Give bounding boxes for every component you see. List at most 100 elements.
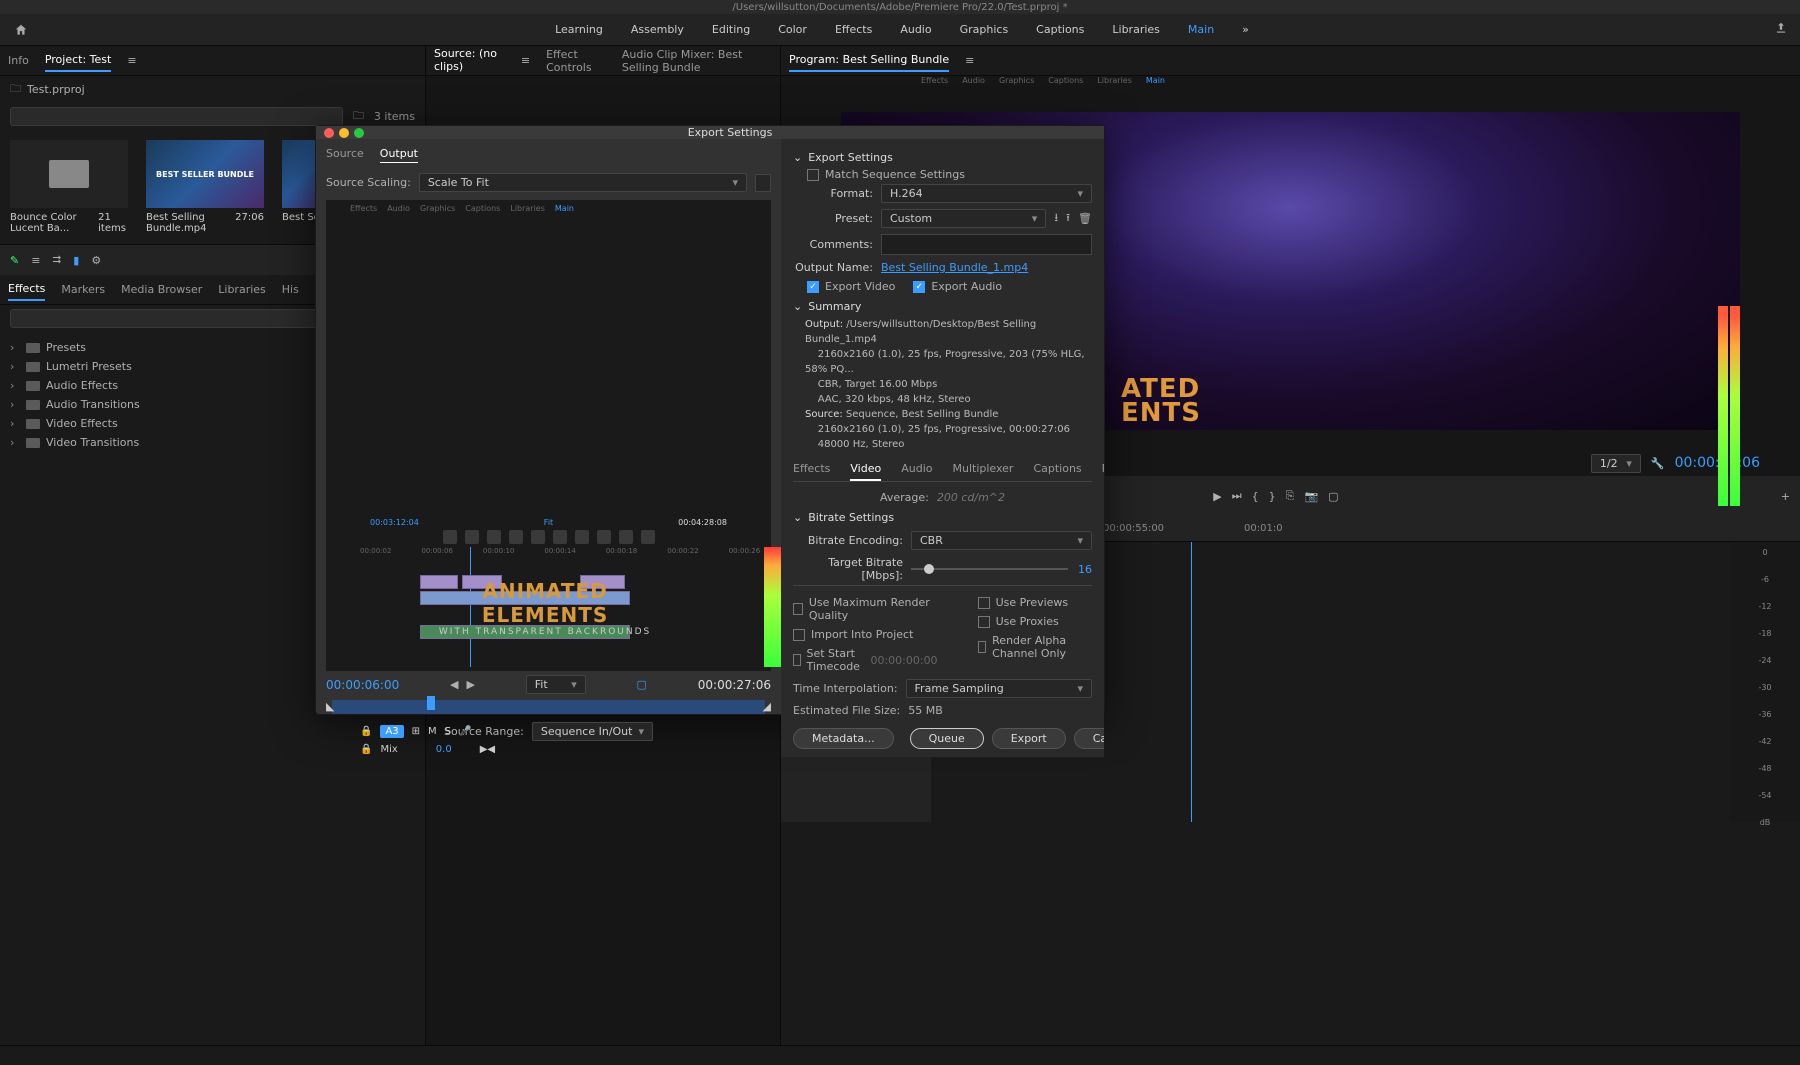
workspace-learning[interactable]: Learning (555, 23, 603, 36)
solo-button[interactable]: S (445, 726, 451, 737)
format-dropdown[interactable]: H.264 (881, 184, 1092, 203)
project-file[interactable]: Test.prproj (27, 83, 85, 96)
sub-tab-effects[interactable]: Effects (793, 458, 830, 481)
target-bitrate-value[interactable]: 16 (1078, 563, 1092, 576)
sub-tab-audio[interactable]: Audio (901, 458, 932, 481)
tab-output[interactable]: Output (380, 147, 418, 163)
delete-preset-icon[interactable]: 🗑 (1078, 212, 1092, 225)
tab-program[interactable]: Program: Best Selling Bundle (789, 49, 949, 72)
share-icon[interactable] (1774, 21, 1788, 38)
maximize-icon[interactable] (354, 128, 364, 138)
sub-tab-publish[interactable]: Publish (1102, 458, 1104, 481)
export-settings-section[interactable]: ⌄ Export Settings (793, 147, 1092, 168)
sub-tab-video[interactable]: Video (850, 458, 881, 481)
next-edit-icon[interactable]: ▶ (466, 678, 474, 691)
track-toggle-icon[interactable]: ⊞ (412, 726, 420, 737)
tab-markers[interactable]: Markers (61, 279, 105, 300)
marker-icon[interactable]: ▮ (73, 254, 79, 267)
dialog-titlebar[interactable]: Export Settings (316, 126, 1104, 139)
wrench-icon[interactable]: 🔧 (1651, 457, 1665, 470)
tab-info[interactable]: Info (8, 50, 29, 71)
tab-effect-controls[interactable]: Effect Controls (546, 44, 606, 78)
pen-icon[interactable]: ✎ (10, 254, 19, 267)
use-previews-checkbox[interactable] (978, 597, 990, 609)
queue-button[interactable]: Queue (910, 728, 984, 749)
match-sequence-checkbox[interactable] (807, 169, 819, 181)
workspace-editing[interactable]: Editing (712, 23, 750, 36)
play-icon[interactable]: ▶ (1213, 490, 1221, 503)
mix-value[interactable]: 0.0 (436, 744, 452, 755)
workspace-overflow-icon[interactable]: » (1242, 23, 1249, 36)
panel-menu-icon[interactable]: ≡ (127, 54, 136, 67)
max-render-quality-checkbox[interactable] (793, 603, 803, 615)
time-interpolation-dropdown[interactable]: Frame Sampling (906, 679, 1092, 698)
workspace-libraries[interactable]: Libraries (1112, 23, 1160, 36)
tab-source[interactable]: Source (326, 147, 364, 163)
mark-in-icon[interactable]: { (1252, 490, 1259, 503)
playhead-handle[interactable] (427, 696, 435, 710)
tab-effects[interactable]: Effects (8, 278, 45, 301)
metadata-button[interactable]: Metadata... (793, 728, 894, 749)
tab-media-browser[interactable]: Media Browser (121, 279, 202, 300)
voice-icon[interactable]: 🎤 (459, 726, 471, 737)
export-video-checkbox[interactable] (807, 281, 819, 293)
use-proxies-checkbox[interactable] (978, 616, 990, 628)
go-end-icon[interactable] (531, 530, 545, 544)
add-icon[interactable]: + (1781, 490, 1790, 503)
preset-dropdown[interactable]: Custom (881, 209, 1046, 228)
export-audio-checkbox[interactable] (913, 281, 925, 293)
link-icon[interactable]: ⮆ (52, 253, 61, 267)
import-project-checkbox[interactable] (793, 629, 805, 641)
new-bin-icon[interactable]: 🗀 (353, 107, 364, 126)
mute-button[interactable]: M (428, 726, 437, 737)
tab-history[interactable]: His (282, 279, 299, 300)
render-alpha-checkbox[interactable] (978, 641, 987, 653)
keyframe-in-icon[interactable]: ▶◀ (480, 744, 495, 755)
out-point-icon[interactable]: ◢ (763, 700, 771, 713)
workspace-effects[interactable]: Effects (835, 23, 872, 36)
export-button[interactable]: Export (992, 728, 1066, 749)
crop-mode-icon[interactable] (755, 174, 771, 192)
go-start-icon[interactable] (443, 530, 457, 544)
preview-timeline[interactable]: 00:00:0200:00:0600:00:1000:00:1400:00:18… (330, 547, 760, 667)
workspace-main[interactable]: Main (1188, 23, 1214, 36)
workspace-audio[interactable]: Audio (900, 23, 931, 36)
loop-icon[interactable] (553, 530, 567, 544)
bitrate-section[interactable]: ⌄ Bitrate Settings (793, 507, 1092, 528)
zoom-dropdown[interactable]: 1/2 (1591, 454, 1641, 473)
source-range-dropdown[interactable]: Sequence In/Out (532, 722, 653, 741)
workspace-captions[interactable]: Captions (1036, 23, 1084, 36)
step-fwd-icon[interactable] (509, 530, 523, 544)
source-range-icon[interactable]: ▢ (637, 678, 647, 691)
track-a3[interactable]: A3 (380, 725, 403, 738)
play-icon[interactable] (487, 530, 501, 544)
compare-icon[interactable]: ▢ (1328, 490, 1338, 503)
current-timecode[interactable]: 00:00:06:00 (326, 678, 399, 692)
home-icon[interactable] (12, 21, 30, 39)
workspace-color[interactable]: Color (778, 23, 807, 36)
bitrate-encoding-dropdown[interactable]: CBR (911, 531, 1092, 550)
minimize-icon[interactable] (339, 128, 349, 138)
sub-tab-captions[interactable]: Captions (1033, 458, 1081, 481)
tab-audio-clip-mixer[interactable]: Audio Clip Mixer: Best Selling Bundle (622, 44, 772, 78)
in-point-icon[interactable]: ◣ (326, 700, 334, 713)
export-frame-icon[interactable]: ⎘ (1286, 489, 1295, 503)
lock-icon[interactable]: 🔒 (360, 726, 372, 737)
effects-search-input[interactable] (10, 309, 354, 328)
step-back-icon[interactable] (465, 530, 479, 544)
range-scrubber[interactable] (332, 700, 765, 714)
sub-tab-multiplexer[interactable]: Multiplexer (952, 458, 1013, 481)
summary-section[interactable]: ⌄ Summary (793, 296, 1092, 317)
prev-edit-icon[interactable]: ◀ (450, 678, 458, 691)
mark-out-icon[interactable]: } (1269, 490, 1276, 503)
camera-icon[interactable]: 📷 (1304, 490, 1318, 503)
fit-dropdown[interactable]: Fit (526, 675, 586, 694)
mark-out-icon[interactable] (597, 530, 611, 544)
step-icon[interactable]: ⏭ (1232, 489, 1242, 503)
cancel-button[interactable]: Cancel (1074, 728, 1104, 749)
panel-menu-icon[interactable]: ≡ (965, 54, 974, 67)
output-name-link[interactable]: Best Selling Bundle_1.mp4 (881, 261, 1028, 274)
project-search-input[interactable] (10, 107, 343, 126)
wrench-icon[interactable]: ⚙ (91, 254, 101, 267)
comments-input[interactable] (881, 234, 1092, 255)
